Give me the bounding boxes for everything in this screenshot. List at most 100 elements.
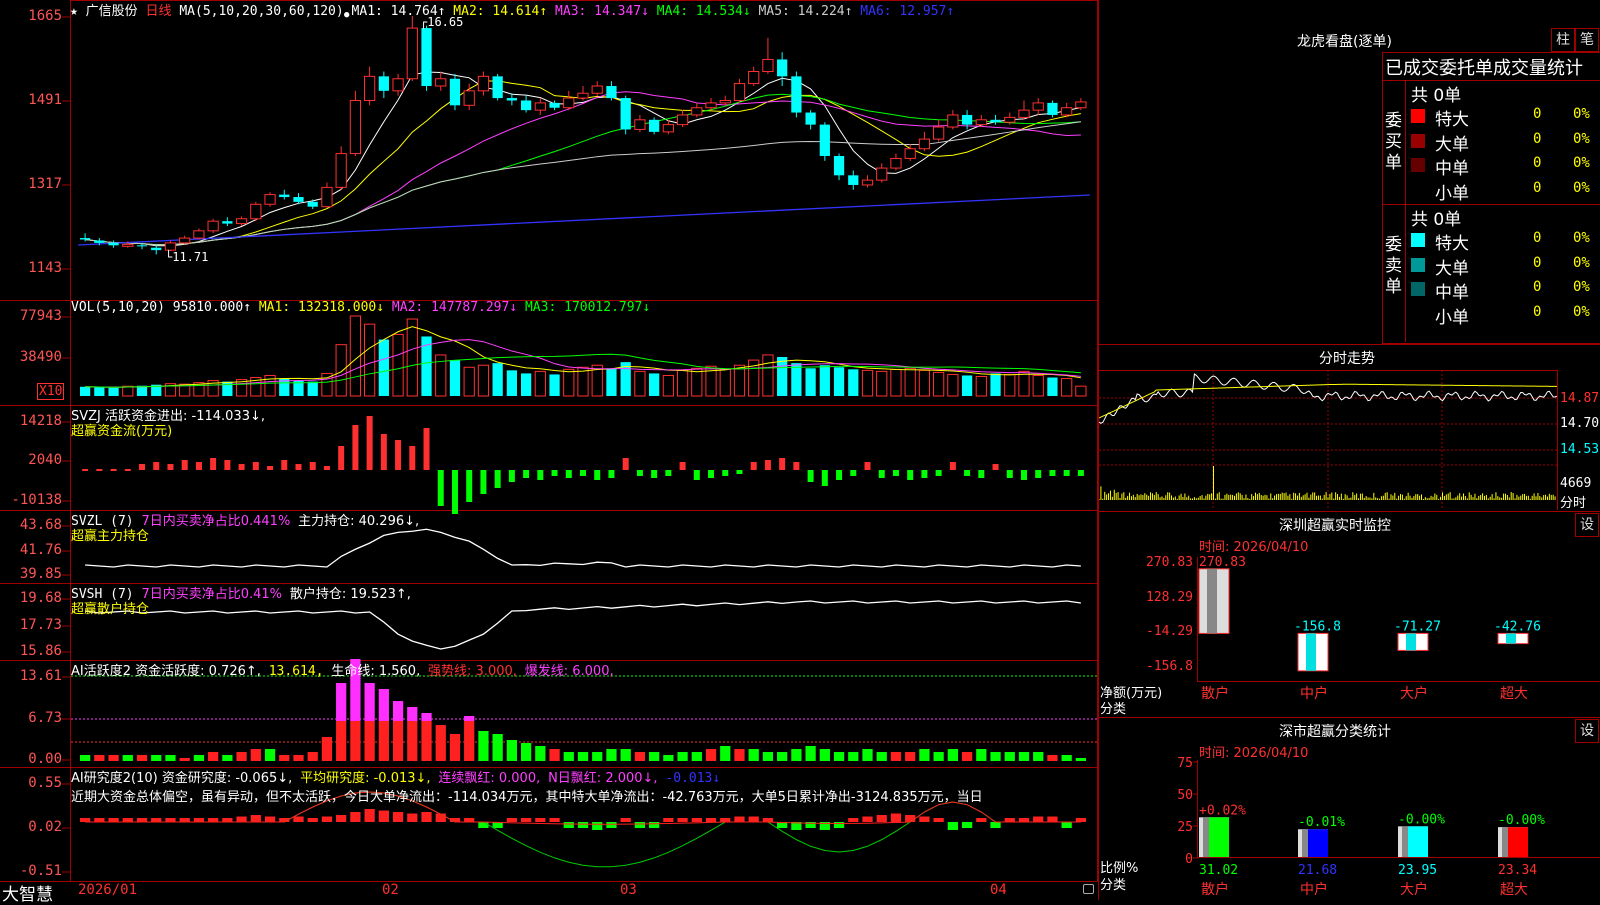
activity-bar [449,734,461,761]
order-percent: 0% [1573,230,1590,246]
legend-swatch [1411,182,1425,197]
y-tick: 17.73 [19,617,62,633]
svzj-bar [252,462,259,470]
research-bar [606,822,617,828]
activity-bar [905,752,916,761]
kline-chart-svg[interactable] [0,0,1098,900]
order-count: 0 [1533,130,1542,147]
y-tick: 0.00 [28,751,62,767]
candle-body [719,99,731,104]
fenshi-y-tick: 14.70 [1560,416,1600,431]
activity-bar [819,749,830,761]
candle-body [975,119,987,126]
monitor-category-label: 中户 [1300,685,1328,702]
activity-bar [876,752,887,761]
svzl-line [85,528,1081,568]
stat-bar-shade [1402,826,1408,857]
star-icon[interactable]: ★ [70,4,78,19]
candle-body [819,124,830,156]
vol-title: VOL(5,10,20) [71,300,165,315]
y-tick: 1491 [28,92,62,108]
intraday-chart[interactable] [1099,370,1600,510]
stock-name[interactable]: 广信股份 [86,4,138,19]
research-bar [94,818,105,822]
svzj-bar [451,470,458,514]
fenshi-y-tick: 14.53 [1560,442,1600,457]
volume-bar [833,367,845,396]
candle-body [477,75,490,92]
svzj-bar [1077,470,1084,476]
order-percent: 0% [1573,155,1590,171]
research-bar [421,812,432,822]
research-bar [464,818,475,822]
candle-body [463,90,475,106]
order-count: 0 [1533,254,1542,271]
ai2-description: 近期大资金总体偏空，虽有异动，但不太活跃，今日大单净流出：-114.034万元，… [71,790,983,805]
svzj-bar [636,470,643,476]
volume-bar [876,370,888,397]
volume-bar [691,367,703,397]
activity-bar [193,755,205,761]
order-count: 0 [1533,230,1542,246]
research-bar [577,822,589,828]
candle-body [307,201,318,207]
volume-bar [676,369,689,397]
research-bar [1075,818,1087,822]
period-label[interactable]: 日线 [146,4,172,19]
research-bar [919,816,930,822]
research-bar [336,815,347,822]
svzj-bar [537,470,544,480]
activity-bar [919,749,930,761]
order-type-label: 中单 [1435,159,1469,179]
candle-body [193,230,205,239]
candle-body [392,78,404,92]
svzj-bar [978,470,985,478]
candle-body [136,245,148,247]
stat-category-label: 大户 [1400,881,1428,898]
monitor-bar [1198,568,1230,634]
y-tick: 14218 [19,413,62,429]
order-percent: 0% [1573,303,1590,320]
sell-total: 共 0单 [1411,210,1462,230]
monitor-chart[interactable]: 270.83 128.29 -14.29 -156.8 270.83 散户 -156.8 中户… [1099,552,1600,717]
svzj-bar [836,470,843,480]
stat-bar-fill [1207,817,1229,857]
stat-chart[interactable]: 75 50 25 0 +0.02% 31.02 散户 -0.01% 21.68 中户 -0.00% 2… [1099,755,1600,900]
volume-bar [449,360,461,396]
legend-swatch [1411,306,1425,321]
svzj-bar [821,470,828,486]
svzj-subtitle: 超赢资金流(万元) [71,424,173,439]
monitor-bar-shade [1306,633,1316,671]
lock-icon[interactable] [1083,884,1094,894]
tick-view-button[interactable]: 笔 [1575,28,1599,52]
ai2-title-row: AI研究度2(10) 资金研究度: -0.065↓, 平均研究度: -0.013… [71,767,720,786]
svzj-bar [1006,470,1013,478]
activity-bar [236,752,247,761]
y-tick: 6.73 [28,710,62,726]
research-bar [705,818,717,822]
activity-bar [833,752,845,761]
legend-swatch [1411,109,1425,123]
activity-bar [279,755,290,761]
volume-bar [463,366,475,397]
vol-unit-box[interactable]: X10 [37,383,65,400]
order-type-label: 大单 [1435,134,1469,155]
y-tick: 1143 [28,260,62,276]
buy-side-label: 委买单 [1385,111,1402,173]
kline-area[interactable]: ★ 广信股份 日线 MA(5,10,20,30,60,120) MA1: 14.… [0,0,1098,905]
ai2-nday: N日飘红: 2.000↓, [548,771,658,786]
monitor-settings-button[interactable]: 设 [1575,513,1599,537]
monitor-bar [1397,632,1429,651]
candle-body [79,238,91,240]
svzj-bar [224,460,231,470]
stat-bar-shade [1502,827,1508,857]
candle-body [649,119,660,132]
activity-bar [250,749,261,761]
ma-params[interactable]: MA(5,10,20,30,60,120) [179,4,343,19]
bar-view-button[interactable]: 柱 [1551,28,1575,52]
stat-bar [1498,827,1528,857]
stat-settings-button[interactable]: 设 [1575,719,1599,743]
activity-bar [549,749,560,761]
activity-bar [421,713,432,721]
x-date: 02 [382,882,399,898]
